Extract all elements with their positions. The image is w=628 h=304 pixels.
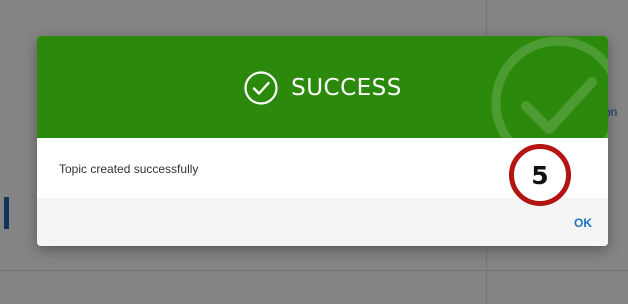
success-dialog: SUCCESS Topic created successfully OK [37,36,608,246]
ok-button[interactable]: OK [564,214,592,232]
check-circle-icon [244,71,278,105]
dialog-message: Topic created successfully [59,162,199,176]
dialog-title-row: SUCCESS [37,66,608,110]
step-number-badge: 5 [509,144,571,206]
dialog-footer: OK [37,198,608,246]
dialog-title: SUCCESS [291,75,402,101]
dialog-header: SUCCESS [37,36,608,138]
